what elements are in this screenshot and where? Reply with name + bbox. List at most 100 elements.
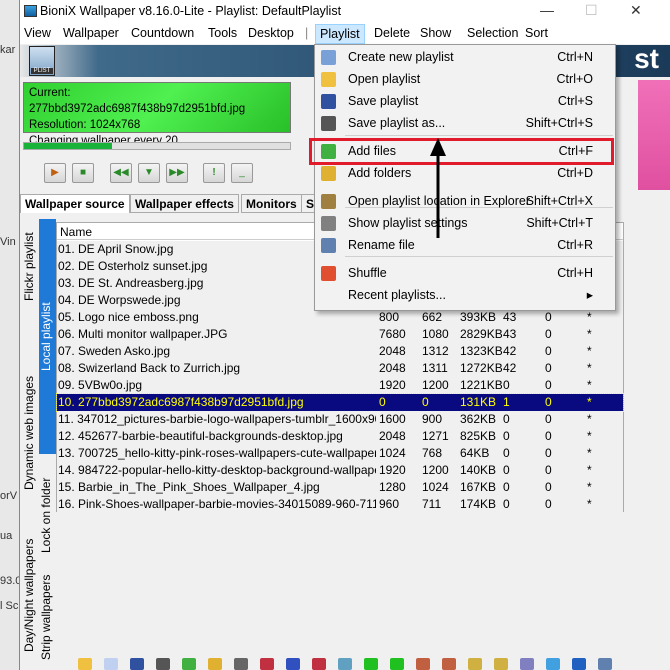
bg-text: Vin [0,236,16,248]
table-row[interactable]: 14. 984722-popular-hello-kitty-desktop-b… [57,462,623,479]
menu-item-create-new-playlist[interactable]: Create new playlist Ctrl+N [315,46,615,68]
cell-shown: 0 [503,497,510,511]
cell-height: 1024 [422,480,449,494]
table-row[interactable]: 15. Barbie_in_The_Pink_Shoes_Wallpaper_4… [57,479,623,496]
cell-name: 14. 984722-popular-hello-kitty-desktop-b… [58,463,376,477]
table-row[interactable]: 11. 347012_pictures-barbie-logo-wallpape… [57,411,623,428]
down-button[interactable]: ▼ [138,163,160,183]
toolbar-icon[interactable] [416,658,430,670]
tab-monitors[interactable]: Monitors [241,194,302,213]
minimize-button[interactable]: — [540,2,554,18]
cell-size: 1323KB [460,344,502,358]
menu-item-label: Shuffle [348,266,387,280]
cell-flag: * [587,327,592,341]
playlist-dropdown-menu: Create new playlist Ctrl+N Open playlist Ct… [314,44,616,311]
cell-rating: 0 [545,480,552,494]
close-button[interactable]: ✕ [630,2,642,19]
menu-item-open-playlist-location-in-explorer[interactable]: Open playlist location in Explorer Shift+… [315,190,615,212]
toolbar-icon[interactable] [390,658,404,670]
toolbar-icon[interactable] [468,658,482,670]
menu-item-save-playlist-as[interactable]: Save playlist as... Shift+Ctrl+S [315,112,615,134]
cell-width: 7680 [379,327,406,341]
cell-shown: 42 [503,344,517,358]
cell-width: 1024 [379,446,406,460]
table-row[interactable]: 07. Sweden Asko.jpg 2048 1312 1323KB 42 0 * [57,343,623,360]
toolbar-icon[interactable] [364,658,378,670]
menu-selection[interactable]: Selection [467,26,518,40]
toolbar-icon[interactable] [338,658,352,670]
shuffle-icon [321,266,336,281]
countdown-progress [23,142,291,150]
menu-countdown[interactable]: Countdown [131,26,194,40]
toolbar-icon[interactable] [520,658,534,670]
vtab-flickr-playlist[interactable]: Flickr playlist [22,219,36,314]
toolbar-icon[interactable] [130,658,144,670]
bg-text: l Sc [0,600,19,612]
menu-view[interactable]: View [24,26,51,40]
cell-height: 1271 [422,429,449,443]
tab-wallpaper-effects[interactable]: Wallpaper effects [130,194,239,213]
maximize-button[interactable]: ☐ [585,2,598,19]
table-row[interactable]: 12. 452677-barbie-beautiful-backgrounds-… [57,428,623,445]
table-row[interactable]: 10. 277bbd3972adc6987f438b97d2951bfd.jpg… [56,393,624,412]
menu-item-open-playlist[interactable]: Open playlist Ctrl+O [315,68,615,90]
toolbar-icon[interactable] [104,658,118,670]
menu-show[interactable]: Show [420,26,451,40]
toolbar-icon[interactable] [312,658,326,670]
table-row[interactable]: 13. 700725_hello-kitty-pink-roses-wallpa… [57,445,623,462]
stop-button[interactable]: ■ [72,163,94,183]
toolbar-icon[interactable] [208,658,222,670]
toolbar-icon[interactable] [442,658,456,670]
menu-item-label: Save playlist as... [348,116,446,130]
menu-separator: | [305,26,309,40]
menu-item-save-playlist[interactable]: Save playlist Ctrl+S [315,90,615,112]
table-row[interactable]: 06. Multi monitor wallpaper.JPG 7680 1080 2… [57,326,623,343]
next-button[interactable]: ▶▶ [166,163,188,183]
table-row[interactable]: 08. Swizerland Back to Zurrich.jpg 2048 13… [57,360,623,377]
cell-name: 15. Barbie_in_The_Pink_Shoes_Wallpaper_4… [58,480,320,494]
menu-wallpaper[interactable]: Wallpaper [63,26,119,40]
exclamation-button[interactable]: ! [203,163,225,183]
tab-wallpaper-source[interactable]: Wallpaper source [20,194,130,213]
previous-button[interactable]: ◀◀ [110,163,132,183]
table-row[interactable]: 05. Logo nice emboss.png 800 662 393KB 43 0 * [57,309,623,326]
vtab-strip-wallpapers[interactable]: Strip wallpapers [39,570,53,665]
toolbar-icon[interactable] [494,658,508,670]
table-row[interactable]: 16. Pink-Shoes-wallpaper-barbie-movies-3… [57,496,623,513]
menu-item-show-playlist-settings[interactable]: Show playlist settings Shift+Ctrl+T [315,212,615,234]
toolbar-icon[interactable] [572,658,586,670]
toolbar-icon[interactable] [234,658,248,670]
menu-item-shortcut: Ctrl+N [557,50,593,64]
vtab-lock-on-folder[interactable]: Lock on folder [39,460,53,570]
menu-sort[interactable]: Sort [525,26,548,40]
toolbar-icon[interactable] [260,658,274,670]
wallpaper-preview [638,80,670,190]
vtab-dynamic-web-images[interactable]: Dynamic web images [22,375,36,490]
cell-rating: 0 [545,344,552,358]
vtab-day-night-wallpapers[interactable]: Day/Night wallpapers [22,525,36,665]
toolbar-icon[interactable] [546,658,560,670]
toolbar-icon[interactable] [286,658,300,670]
menu-delete[interactable]: Delete [374,26,410,40]
toolbar-icon[interactable] [156,658,170,670]
menu-item-add-folders[interactable]: Add folders Ctrl+D [315,162,615,184]
toolbar-icon[interactable] [78,658,92,670]
vtab-local-playlist[interactable]: Local playlist [39,219,56,454]
menu-item-shuffle[interactable]: Shuffle Ctrl+H [315,262,615,284]
menu-item-shortcut: ▸ [586,288,593,302]
minimize-tray-button[interactable]: _ [231,163,253,183]
menu-item-rename-file[interactable]: Rename file Ctrl+R [315,234,615,256]
bg-text: 93.0 [0,575,20,587]
menu-tools[interactable]: Tools [208,26,237,40]
play-button[interactable]: ▶ [44,163,66,183]
toolbar-icon[interactable] [182,658,196,670]
menu-playlist[interactable]: Playlist [315,24,365,44]
title-bar: BioniX Wallpaper v8.16.0-Lite - Playlist… [20,0,670,23]
table-row[interactable]: 09. 5VBw0o.jpg 1920 1200 1221KB 0 0 * [57,377,623,394]
add-folder-icon [321,166,336,181]
cell-flag: * [587,412,592,426]
cell-rating: 0 [545,327,552,341]
menu-desktop[interactable]: Desktop [248,26,294,40]
menu-item-recent-playlists[interactable]: Recent playlists... ▸ [315,284,615,306]
toolbar-icon[interactable] [598,658,612,670]
